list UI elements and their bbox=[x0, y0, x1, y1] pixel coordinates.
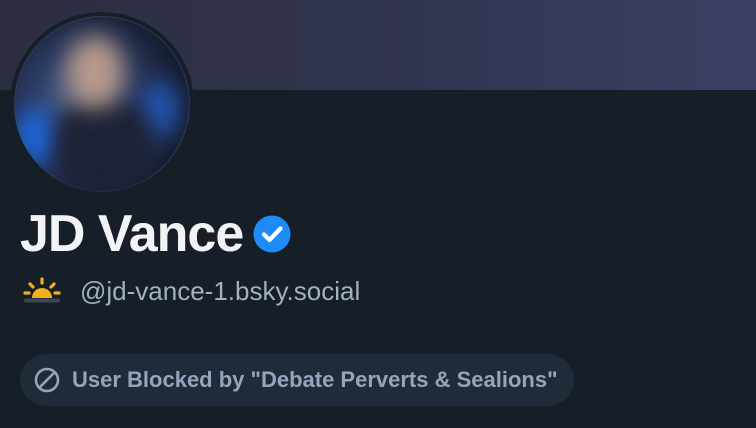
avatar[interactable] bbox=[14, 16, 190, 192]
blocked-label: User Blocked by "Debate Perverts & Seali… bbox=[72, 367, 558, 392]
profile-header: JD Vance @jd-vance-1.bsky.social User Bl… bbox=[0, 0, 756, 428]
handle-row: @jd-vance-1.bsky.social bbox=[22, 272, 360, 310]
user-handle: @jd-vance-1.bsky.social bbox=[80, 276, 361, 306]
verified-check-icon[interactable] bbox=[253, 215, 291, 253]
name-row: JD Vance bbox=[20, 201, 291, 267]
blocked-by-list-badge[interactable]: User Blocked by "Debate Perverts & Seali… bbox=[20, 354, 574, 406]
sunrise-icon bbox=[23, 277, 61, 303]
block-icon bbox=[34, 367, 60, 393]
display-name: JD Vance bbox=[20, 205, 244, 263]
